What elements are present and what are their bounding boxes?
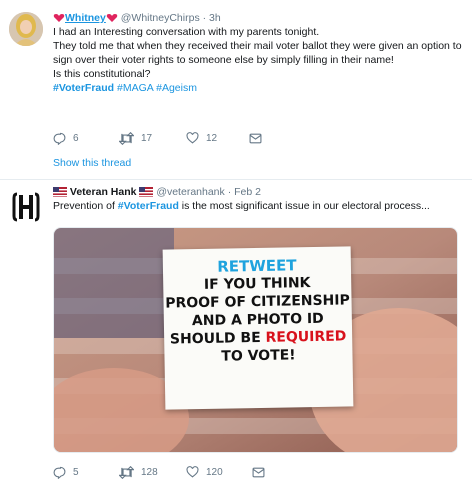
show-thread-link[interactable]: Show this thread — [53, 157, 131, 169]
reply-count: 5 — [73, 466, 79, 478]
tweet-line: I had an Interesting conversation with m… — [53, 26, 320, 38]
retweet-icon — [119, 131, 134, 145]
separator: · — [202, 12, 207, 24]
message-card: RETWEET IF YOU THINK PROOF OF CITIZENSHI… — [162, 246, 354, 410]
like-button[interactable]: 12 — [186, 132, 249, 144]
avatar[interactable] — [9, 12, 43, 46]
tweet-text-end: is the most significant issue in our ele… — [178, 200, 430, 212]
tweet-text: Prevention of #VoterFraud is the most si… — [53, 199, 463, 213]
reply-count: 6 — [73, 132, 79, 144]
dm-icon — [249, 133, 262, 143]
hashtag-line: #VoterFraud #MAGA #Ageism — [53, 81, 463, 95]
retweet-icon — [119, 465, 134, 479]
card-line: TO VOTE! — [221, 347, 296, 365]
h-logo-icon — [9, 190, 43, 224]
like-button[interactable]: 120 — [186, 466, 252, 478]
tweet-line: Is this constitutional? — [53, 68, 151, 80]
reply-icon — [53, 132, 66, 145]
handle[interactable]: @WhitneyChirps — [121, 12, 200, 24]
retweet-count: 17 — [141, 132, 153, 144]
hashtag-link[interactable]: #MAGA — [117, 82, 153, 94]
like-count: 120 — [206, 466, 223, 478]
card-text-required: REQUIRED — [265, 328, 347, 346]
like-count: 12 — [206, 132, 218, 144]
display-name[interactable]: Whitney — [65, 12, 106, 24]
retweet-count: 128 — [141, 466, 158, 478]
handle[interactable]: @veteranhank — [156, 186, 224, 198]
tweet-text: I had an Interesting conversation with m… — [53, 25, 463, 95]
retweet-button[interactable]: 128 — [119, 465, 186, 479]
reply-button[interactable]: 6 — [53, 132, 119, 145]
timestamp[interactable]: 3h — [209, 12, 221, 24]
hashtag-link[interactable]: #Ageism — [156, 82, 197, 94]
like-icon — [186, 132, 199, 144]
hashtag-link[interactable]: #VoterFraud — [118, 200, 179, 212]
tweet-text-start: Prevention of — [53, 200, 118, 212]
tweet-actions: 5 128 120 — [53, 464, 265, 480]
tweet-line: They told me that when they received the… — [53, 40, 462, 66]
tweet-actions: 6 17 12 — [53, 130, 262, 146]
tweet-veteran-hank[interactable]: Veteran Hank @veteranhank · Feb 2 Preven… — [0, 180, 472, 487]
retweet-button[interactable]: 17 — [119, 131, 186, 145]
avatar[interactable] — [9, 190, 43, 224]
card-text: SHOULD BE — [169, 329, 266, 348]
reply-button[interactable]: 5 — [53, 466, 119, 479]
dm-button[interactable] — [249, 133, 262, 144]
dm-icon — [252, 467, 265, 477]
like-icon — [186, 466, 199, 478]
timestamp[interactable]: Feb 2 — [234, 186, 261, 198]
display-name[interactable]: Veteran Hank — [70, 186, 137, 198]
tweet-whitney[interactable]: Whitney @WhitneyChirps · 3h I had an Int… — [0, 0, 472, 180]
separator: · — [227, 186, 232, 198]
reply-icon — [53, 466, 66, 479]
tweet-image[interactable]: RETWEET IF YOU THINK PROOF OF CITIZENSHI… — [53, 227, 458, 453]
dm-button[interactable] — [252, 467, 265, 478]
card-line: SHOULD BE REQUIRED — [164, 327, 352, 348]
avatar-photo — [9, 12, 43, 46]
hashtag-link[interactable]: #VoterFraud — [53, 82, 114, 94]
